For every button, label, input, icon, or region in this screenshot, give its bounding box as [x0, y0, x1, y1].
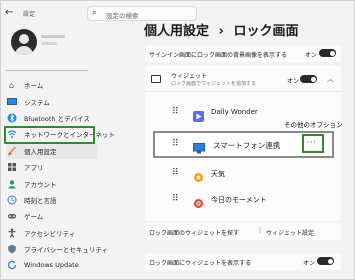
sidebar-item-label: プライバシーとセキュリティ: [24, 246, 108, 255]
personalization-highlight-box: [4, 126, 95, 144]
link-separator: |: [259, 227, 262, 234]
time-language-icon: [6, 194, 17, 205]
app-title: 設定: [23, 11, 36, 18]
show-widgets-toggle[interactable]: [317, 257, 334, 265]
sidebar-item-label: Windows Update: [24, 261, 79, 270]
accessibility-icon: [6, 227, 17, 238]
widgets-state: オン: [287, 78, 300, 85]
breadcrumb-separator: ›: [218, 24, 224, 39]
sidebar-item-system[interactable]: システム: [6, 93, 98, 109]
sidebar-item-label: 時刻と言語: [24, 196, 57, 205]
breadcrumb-parent[interactable]: 個人用設定: [144, 24, 209, 39]
drag-handle-icon[interactable]: ⠿: [172, 139, 179, 149]
avatar: [11, 29, 37, 55]
sidebar-item-bluetooth[interactable]: Bluetooth とデバイス: [6, 110, 98, 126]
widget-name: Daily Wonder: [211, 108, 258, 116]
widget-settings-link[interactable]: ウィジェット設定: [266, 228, 314, 237]
sidebar-item-label: 個人用設定: [24, 147, 57, 156]
sidebar-item-privacy[interactable]: プライバシーとセキュリティ: [6, 241, 108, 257]
show-widgets-label: ロック画面にウィジェットを表示する: [149, 260, 252, 267]
game-icon: [6, 211, 17, 222]
explore-widgets-link[interactable]: ロック画面のウィジェットを探す: [149, 228, 239, 237]
widget-item-weather[interactable]: ⠿ 天気: [145, 163, 341, 185]
profile-email-redacted: [41, 42, 57, 45]
sidebar-item-label: アプリ: [24, 164, 44, 173]
phone-link-icon: [193, 139, 205, 158]
widget-item-moments[interactable]: ⠿ 今日のモーメント: [145, 189, 341, 211]
signin-background-row: サインイン画面にロック画面の背景画像を表示する オン: [145, 45, 341, 62]
home-icon: ⌂: [8, 80, 15, 90]
search-placeholder: 設定の検索: [106, 12, 139, 20]
sidebar-item-apps[interactable]: アプリ: [6, 159, 98, 175]
more-options-icon: ···: [307, 138, 317, 147]
signin-background-label: サインイン画面にロック画面の背景画像を表示する: [149, 52, 288, 59]
sidebar-item-time-language[interactable]: 時刻と言語: [6, 192, 98, 208]
sidebar-nav: ⌂ ホーム システム Bluetooth とデバイス ネットワークとインターネッ…: [6, 77, 115, 274]
widgets-header[interactable]: ウィジェット ロック画面でウィジェットを追加する オン ︿: [145, 66, 341, 92]
search-icon: ⌕: [92, 8, 98, 18]
widget-links-row: ロック画面のウィジェットを探す | ウィジェット設定: [145, 223, 341, 240]
account-icon: [6, 178, 17, 189]
signin-background-state: オン: [305, 52, 318, 59]
page-title: 個人用設定 › ロック画面: [144, 20, 298, 39]
drag-handle-icon[interactable]: ⠿: [172, 194, 179, 204]
sidebar-item-windows-update[interactable]: Windows Update: [6, 257, 98, 273]
widgets-subtitle: ロック画面でウィジェットを追加する: [171, 81, 257, 87]
sidebar-item-label: システム: [24, 98, 50, 107]
brush-icon: [6, 145, 17, 156]
sidebar-item-label: Bluetooth とデバイス: [24, 114, 90, 123]
moments-icon: [193, 194, 204, 208]
bluetooth-icon: [6, 112, 17, 123]
sidebar-item-accessibility[interactable]: アクセシビリティ: [6, 225, 98, 241]
system-icon: [6, 96, 17, 107]
search-input[interactable]: ⌕ 設定の検索: [87, 6, 197, 21]
sidebar-item-home[interactable]: ⌂ ホーム: [6, 77, 98, 93]
sidebar-item-label: アカウント: [24, 180, 57, 189]
sidebar-item-label: アクセシビリティ: [24, 229, 76, 238]
settings-window: ← 設定 ⌕ 設定の検索 ⌂ ホーム システム Bluetooth とデバイス: [0, 0, 355, 280]
find-setting-input[interactable]: [6, 60, 88, 71]
widgets-title: ウィジェット: [171, 73, 208, 80]
drag-handle-icon[interactable]: ⠿: [172, 168, 179, 178]
chevron-up-icon[interactable]: ︿: [327, 74, 334, 84]
signin-background-toggle[interactable]: [319, 49, 336, 57]
sidebar-item-accounts[interactable]: アカウント: [6, 175, 98, 191]
show-widgets-state: オン: [303, 260, 316, 267]
apps-icon: [6, 162, 17, 173]
widget-name: 今日のモーメント: [211, 196, 267, 204]
privacy-shield-icon: [6, 244, 17, 255]
weather-icon: [193, 168, 204, 182]
drag-handle-icon[interactable]: ⠿: [172, 107, 179, 117]
widgets-icon: [151, 75, 161, 83]
sidebar-item-label: ホーム: [24, 82, 44, 91]
show-widgets-row: ロック画面にウィジェットを表示する オン: [145, 253, 341, 270]
sidebar-item-gaming[interactable]: ゲーム: [6, 208, 98, 224]
more-options-button[interactable]: ···: [302, 134, 324, 153]
sidebar-item-personalization[interactable]: 個人用設定: [6, 142, 98, 159]
widget-name: スマートフォン連携: [213, 141, 281, 150]
widgets-toggle[interactable]: [300, 75, 317, 83]
back-arrow-icon[interactable]: ←: [5, 7, 13, 18]
daily-wonder-icon: [193, 107, 204, 122]
more-options-annotation: その他のオプション: [284, 121, 343, 129]
sidebar-item-label: ゲーム: [24, 213, 44, 222]
widget-name: 天気: [211, 170, 225, 178]
profile-name-redacted: [41, 35, 65, 38]
windows-update-icon: [6, 260, 17, 271]
breadcrumb-current: ロック画面: [233, 24, 299, 39]
